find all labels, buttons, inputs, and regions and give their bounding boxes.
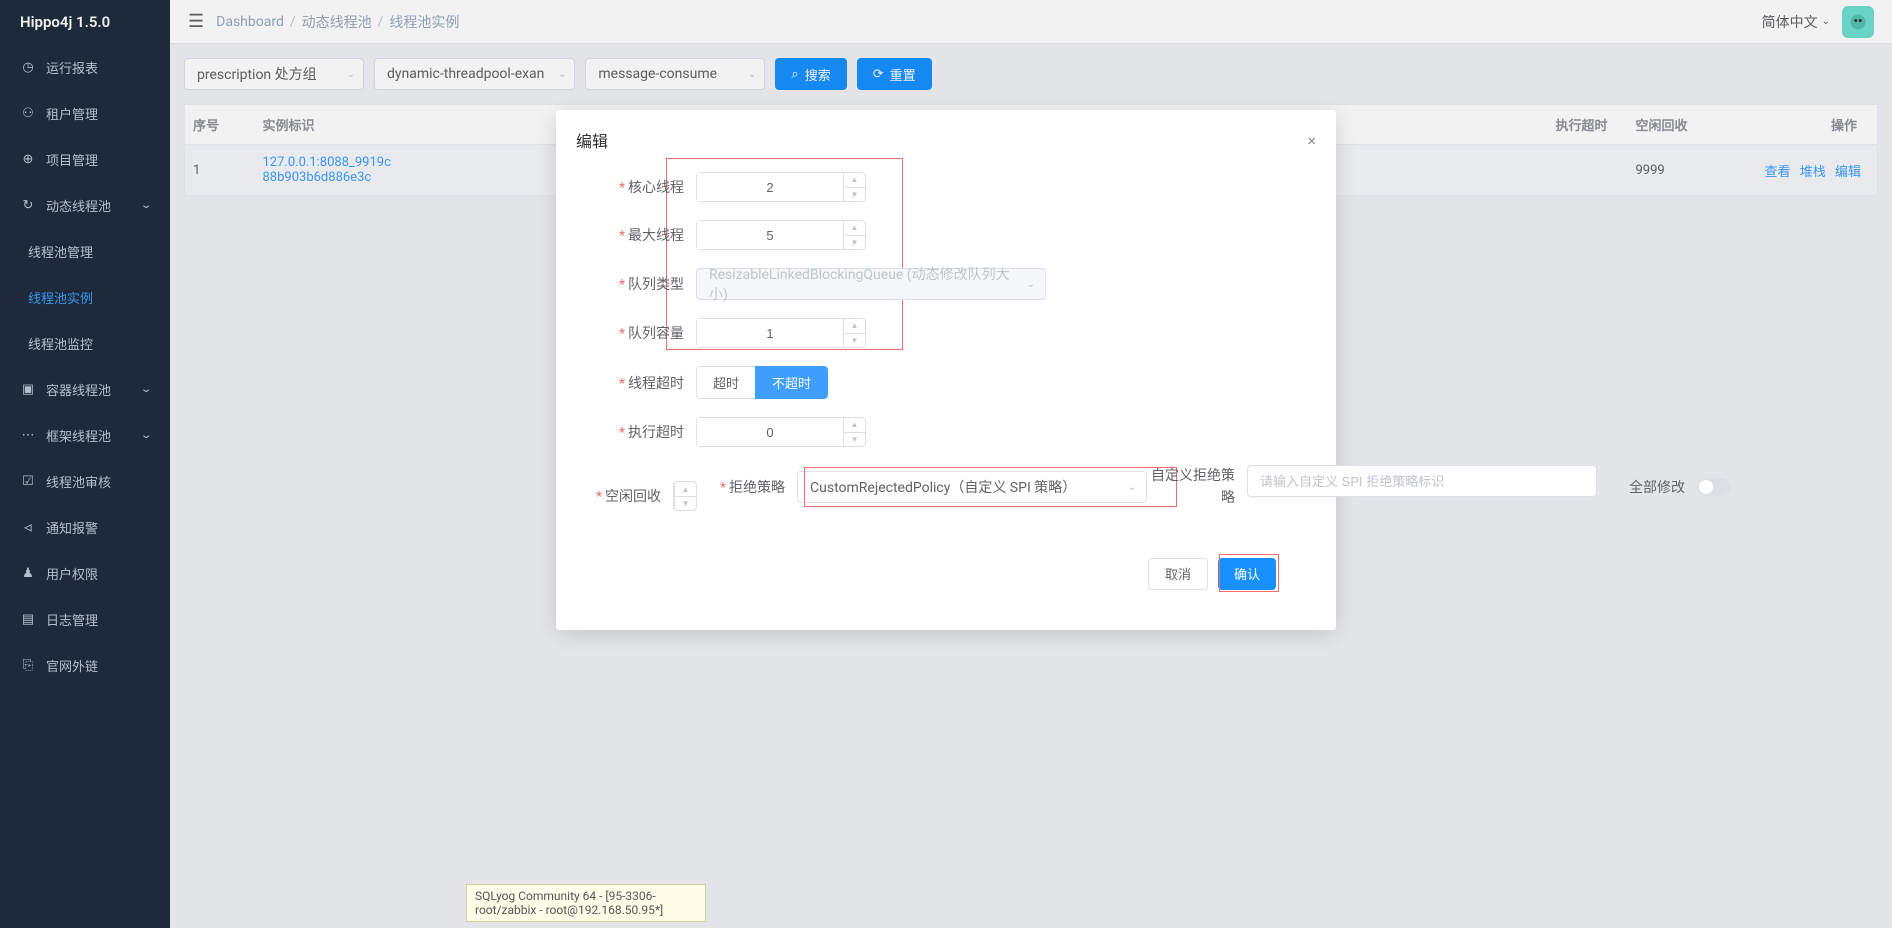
row-queue-type: 队列类型 ResizableLinkedBlockingQueue (动态修改队… bbox=[596, 268, 1296, 300]
taskbar-hint: SQLyog Community 64 - [95-3306-root/zabb… bbox=[466, 884, 706, 922]
queue-cap-input[interactable]: ▲ ▼ bbox=[696, 318, 866, 348]
spinner-up-icon[interactable]: ▲ bbox=[844, 319, 865, 334]
spinner: ▲ ▼ bbox=[843, 221, 865, 249]
timeout-off-radio[interactable]: 不超时 bbox=[755, 366, 828, 399]
core-thread-input[interactable]: ▲ ▼ bbox=[696, 172, 866, 202]
spinner-down-icon[interactable]: ▼ bbox=[844, 334, 865, 348]
spinner-up-icon[interactable]: ▲ bbox=[844, 173, 865, 188]
spinner-down-icon[interactable]: ▼ bbox=[844, 188, 865, 202]
row-core: 核心线程 ▲ ▼ bbox=[596, 172, 1296, 202]
spinner-up-icon[interactable]: ▲ bbox=[844, 221, 865, 236]
edit-dialog: 编辑 × 核心线程 ▲ ▼ 最大线程 bbox=[556, 110, 1336, 630]
close-icon[interactable]: × bbox=[1307, 131, 1316, 150]
spinner: ▲ ▼ bbox=[843, 319, 865, 347]
chevron-down-icon: ⌄ bbox=[1027, 279, 1035, 290]
row-custom-reject: 自定义拒绝策略 bbox=[1147, 465, 1597, 510]
label-idle: 空闲回收 bbox=[596, 486, 673, 506]
dialog-footer: 取消 确认 bbox=[596, 546, 1296, 610]
exec-timeout-field[interactable] bbox=[697, 418, 843, 446]
chevron-down-icon: ⌄ bbox=[1128, 482, 1136, 493]
row-idle: 空闲回收 ▲ ▼ 拒绝策略 CustomRejectedPolicy（自定义 S… bbox=[596, 465, 1296, 528]
dialog-title: 编辑 bbox=[576, 128, 608, 152]
row-all-modify: 全部修改 bbox=[1597, 477, 1731, 497]
label-exec-timeout: 执行超时 bbox=[596, 422, 696, 442]
label-reject: 拒绝策略 bbox=[697, 477, 797, 497]
spinner: ▲ ▼ bbox=[843, 418, 865, 446]
select-value: CustomRejectedPolicy（自定义 SPI 策略） bbox=[810, 477, 1076, 497]
row-reject: 拒绝策略 CustomRejectedPolicy（自定义 SPI 策略） ⌄ bbox=[697, 471, 1147, 503]
label-all-modify: 全部修改 bbox=[1597, 477, 1697, 497]
queue-type-select: ResizableLinkedBlockingQueue (动态修改队列大小) … bbox=[696, 268, 1046, 300]
row-exec-timeout: 执行超时 ▲ ▼ bbox=[596, 417, 1296, 447]
row-timeout: 线程超时 超时 不超时 bbox=[596, 366, 1296, 399]
dialog-overlay: 编辑 × 核心线程 ▲ ▼ 最大线程 bbox=[0, 0, 1892, 928]
idle-recycle-input[interactable]: ▲ ▼ bbox=[673, 481, 697, 511]
label-queue-type: 队列类型 bbox=[596, 274, 696, 294]
spinner-up-icon[interactable]: ▲ bbox=[675, 482, 696, 497]
dialog-header: 编辑 × bbox=[556, 110, 1336, 162]
spinner-down-icon[interactable]: ▼ bbox=[844, 236, 865, 250]
all-modify-switch[interactable] bbox=[1697, 478, 1731, 496]
max-thread-field[interactable] bbox=[697, 221, 843, 249]
max-thread-input[interactable]: ▲ ▼ bbox=[696, 220, 866, 250]
reject-policy-select[interactable]: CustomRejectedPolicy（自定义 SPI 策略） ⌄ bbox=[797, 471, 1147, 503]
spinner-down-icon[interactable]: ▼ bbox=[675, 497, 696, 511]
row-queue-cap: 队列容量 ▲ ▼ bbox=[596, 318, 1296, 348]
select-value: ResizableLinkedBlockingQueue (动态修改队列大小) bbox=[709, 264, 1015, 304]
exec-timeout-input[interactable]: ▲ ▼ bbox=[696, 417, 866, 447]
label-max: 最大线程 bbox=[596, 225, 696, 245]
queue-cap-field[interactable] bbox=[697, 319, 843, 347]
timeout-on-radio[interactable]: 超时 bbox=[696, 366, 755, 399]
row-max: 最大线程 ▲ ▼ bbox=[596, 220, 1296, 250]
timeout-radio-group: 超时 不超时 bbox=[696, 366, 828, 399]
label-core: 核心线程 bbox=[596, 177, 696, 197]
core-thread-field[interactable] bbox=[697, 173, 843, 201]
spinner: ▲ ▼ bbox=[674, 482, 696, 510]
label-timeout: 线程超时 bbox=[596, 373, 696, 393]
spinner-up-icon[interactable]: ▲ bbox=[844, 418, 865, 433]
cancel-button[interactable]: 取消 bbox=[1148, 558, 1208, 590]
custom-reject-input[interactable] bbox=[1247, 465, 1597, 497]
label-custom-reject: 自定义拒绝策略 bbox=[1147, 465, 1247, 510]
confirm-button[interactable]: 确认 bbox=[1218, 558, 1276, 590]
label-queue-cap: 队列容量 bbox=[596, 323, 696, 343]
spinner-down-icon[interactable]: ▼ bbox=[844, 433, 865, 447]
spinner: ▲ ▼ bbox=[843, 173, 865, 201]
dialog-body: 核心线程 ▲ ▼ 最大线程 ▲ ▼ bbox=[556, 162, 1336, 630]
